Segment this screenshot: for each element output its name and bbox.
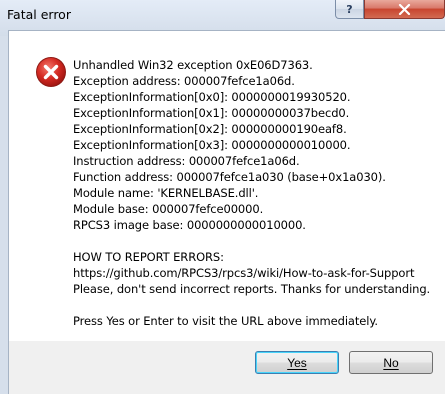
message-line: ExceptionInformation[0x1]: 00000000037be… [73, 106, 350, 120]
fatal-error-window: Fatal error ? Unhandled Win32 exception … [0, 0, 445, 394]
message-line: ExceptionInformation[0x3]: 0000000000010… [73, 138, 351, 152]
yes-button[interactable]: Yes [255, 351, 339, 374]
error-icon [36, 57, 66, 87]
message-line: Exception address: 000007fefce1a06d. [73, 74, 295, 88]
message-line: ExceptionInformation[0x0]: 0000000019930… [73, 90, 351, 104]
no-button[interactable]: No [349, 351, 433, 374]
close-button[interactable] [364, 0, 445, 19]
message-line: Please, don't send incorrect reports. Th… [73, 282, 431, 296]
message-line: HOW TO REPORT ERRORS: [73, 250, 224, 264]
window-title: Fatal error [7, 7, 71, 22]
message-area: Unhandled Win32 exception 0xE06D7363. Exc… [9, 31, 445, 341]
message-line [73, 297, 443, 313]
message-line: ExceptionInformation[0x2]: 000000000190e… [73, 122, 347, 136]
message-line: Module name: 'KERNELBASE.dll'. [73, 186, 259, 200]
message-line: Instruction address: 000007fefce1a06d. [73, 154, 300, 168]
message-line: Unhandled Win32 exception 0xE06D7363. [73, 58, 313, 72]
error-message: Unhandled Win32 exception 0xE06D7363. Exc… [73, 57, 443, 329]
message-line [73, 233, 443, 249]
help-icon: ? [346, 2, 353, 16]
help-button[interactable]: ? [335, 0, 364, 19]
message-line: Press Yes or Enter to visit the URL abov… [73, 314, 378, 328]
no-button-label: No [383, 355, 399, 370]
yes-button-label: Yes [287, 355, 307, 370]
message-line: RPCS3 image base: 0000000000010000. [73, 218, 306, 232]
message-line: Function address: 000007fefce1a030 (base… [73, 170, 386, 184]
close-icon [398, 3, 411, 15]
message-line: https://github.com/RPCS3/rpcs3/wiki/How-… [73, 266, 415, 280]
dialog-client-area: Unhandled Win32 exception 0xE06D7363. Exc… [8, 30, 445, 394]
message-line: Module base: 000007fefce00000. [73, 202, 264, 216]
